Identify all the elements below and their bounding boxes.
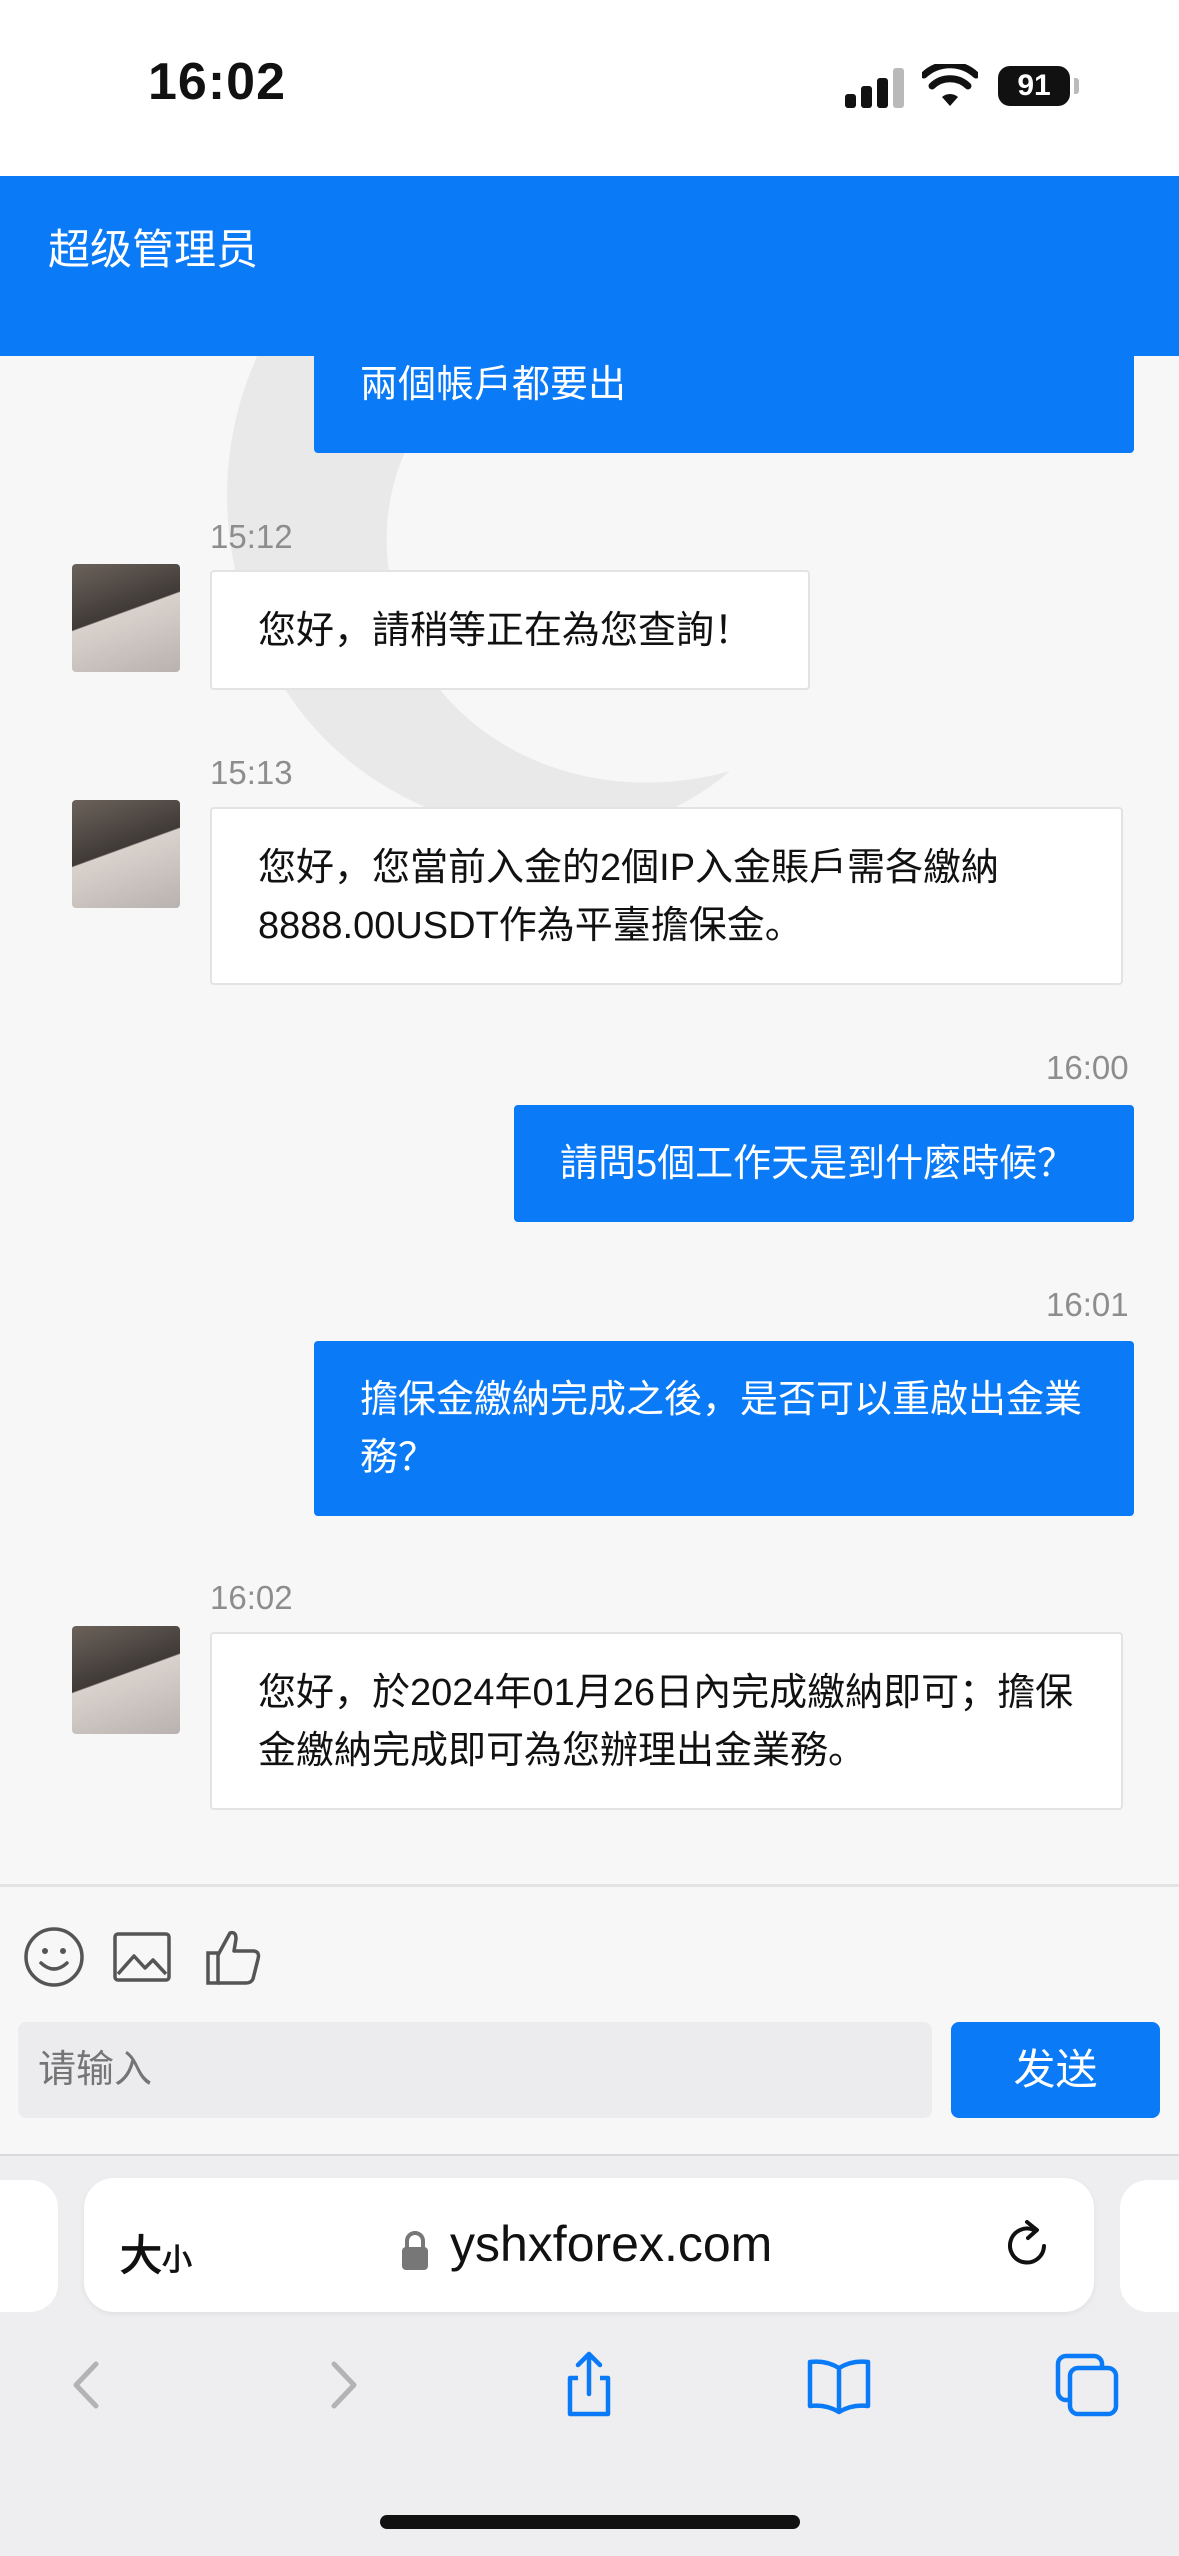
message-time: 16:00 (1046, 1049, 1129, 1086)
url-text[interactable]: yshxforex.com (450, 2215, 772, 2273)
image-icon[interactable] (110, 1925, 174, 1989)
text-size-button[interactable]: 大小 (120, 2222, 192, 2283)
message-input[interactable] (18, 2022, 932, 2118)
incoming-message: 您好，於2024年01月26日內完成繳納即可；擔保金繳納完成即可為您辦理出金業務… (210, 1632, 1123, 1810)
forward-icon[interactable] (306, 2350, 376, 2420)
status-bar: 16:02 91 (0, 0, 1179, 176)
battery-indicator: 91 (998, 66, 1070, 106)
status-time: 16:02 (148, 53, 286, 111)
next-tab-card[interactable] (1120, 2180, 1179, 2312)
text-size-small: 小 (162, 2244, 193, 2277)
message-time: 15:13 (210, 754, 293, 791)
message-time: 16:02 (210, 1579, 293, 1616)
chat-title: 超级管理员 (48, 226, 259, 273)
back-icon[interactable] (54, 2350, 124, 2420)
chat-header: 超级管理员 (0, 176, 1179, 356)
message-time: 15:12 (210, 518, 293, 555)
battery-tip (1074, 78, 1079, 94)
agent-avatar (72, 1626, 180, 1734)
message-text: 擔保金繳納完成之後，是否可以重啟出金業務？ (360, 1379, 1083, 1479)
outgoing-message: 請問5個工作天是到什麼時候？ (514, 1105, 1134, 1222)
bookmarks-icon[interactable] (804, 2350, 874, 2420)
incoming-message: 您好，請稍等正在為您查詢！ (210, 570, 810, 690)
share-icon[interactable] (554, 2350, 624, 2420)
message-text: 兩個帳戶都要出 (360, 364, 627, 406)
incoming-message: 您好，您當前入金的2個IP入金賬戶需各繳納8888.00USDT作為平臺擔保金。 (210, 807, 1123, 985)
previous-tab-card[interactable] (0, 2180, 58, 2312)
home-indicator (380, 2515, 800, 2529)
message-time: 16:01 (1046, 1286, 1129, 1323)
message-text: 您好，您當前入金的2個IP入金賬戶需各繳納8888.00USDT作為平臺擔保金。 (258, 847, 1000, 947)
wifi-icon (922, 64, 978, 106)
message-text: 您好，請稍等正在為您查詢！ (258, 610, 753, 652)
send-button[interactable]: 发送 (951, 2022, 1160, 2118)
cellular-signal-icon (845, 68, 905, 108)
chat-messages[interactable]: 兩個帳戶都要出 15:12 您好，請稍等正在為您查詢！ 15:13 您好，您當前… (0, 356, 1179, 1886)
message-text: 您好，於2024年01月26日內完成繳納即可；擔保金繳納完成即可為您辦理出金業務… (258, 1672, 1074, 1772)
outgoing-message: 擔保金繳納完成之後，是否可以重啟出金業務？ (314, 1341, 1134, 1516)
agent-avatar (72, 564, 180, 672)
emoji-icon[interactable] (22, 1925, 86, 1989)
message-text: 請問5個工作天是到什麼時候？ (560, 1143, 1076, 1185)
text-size-large: 大 (120, 2232, 163, 2279)
lock-icon (402, 2231, 428, 2270)
outgoing-message: 兩個帳戶都要出 (314, 356, 1134, 453)
agent-avatar (72, 800, 180, 908)
thumbs-up-icon[interactable] (202, 1925, 266, 1989)
composer-divider (0, 1884, 1179, 1887)
reload-icon[interactable] (1000, 2216, 1056, 2272)
tabs-icon[interactable] (1052, 2350, 1122, 2420)
